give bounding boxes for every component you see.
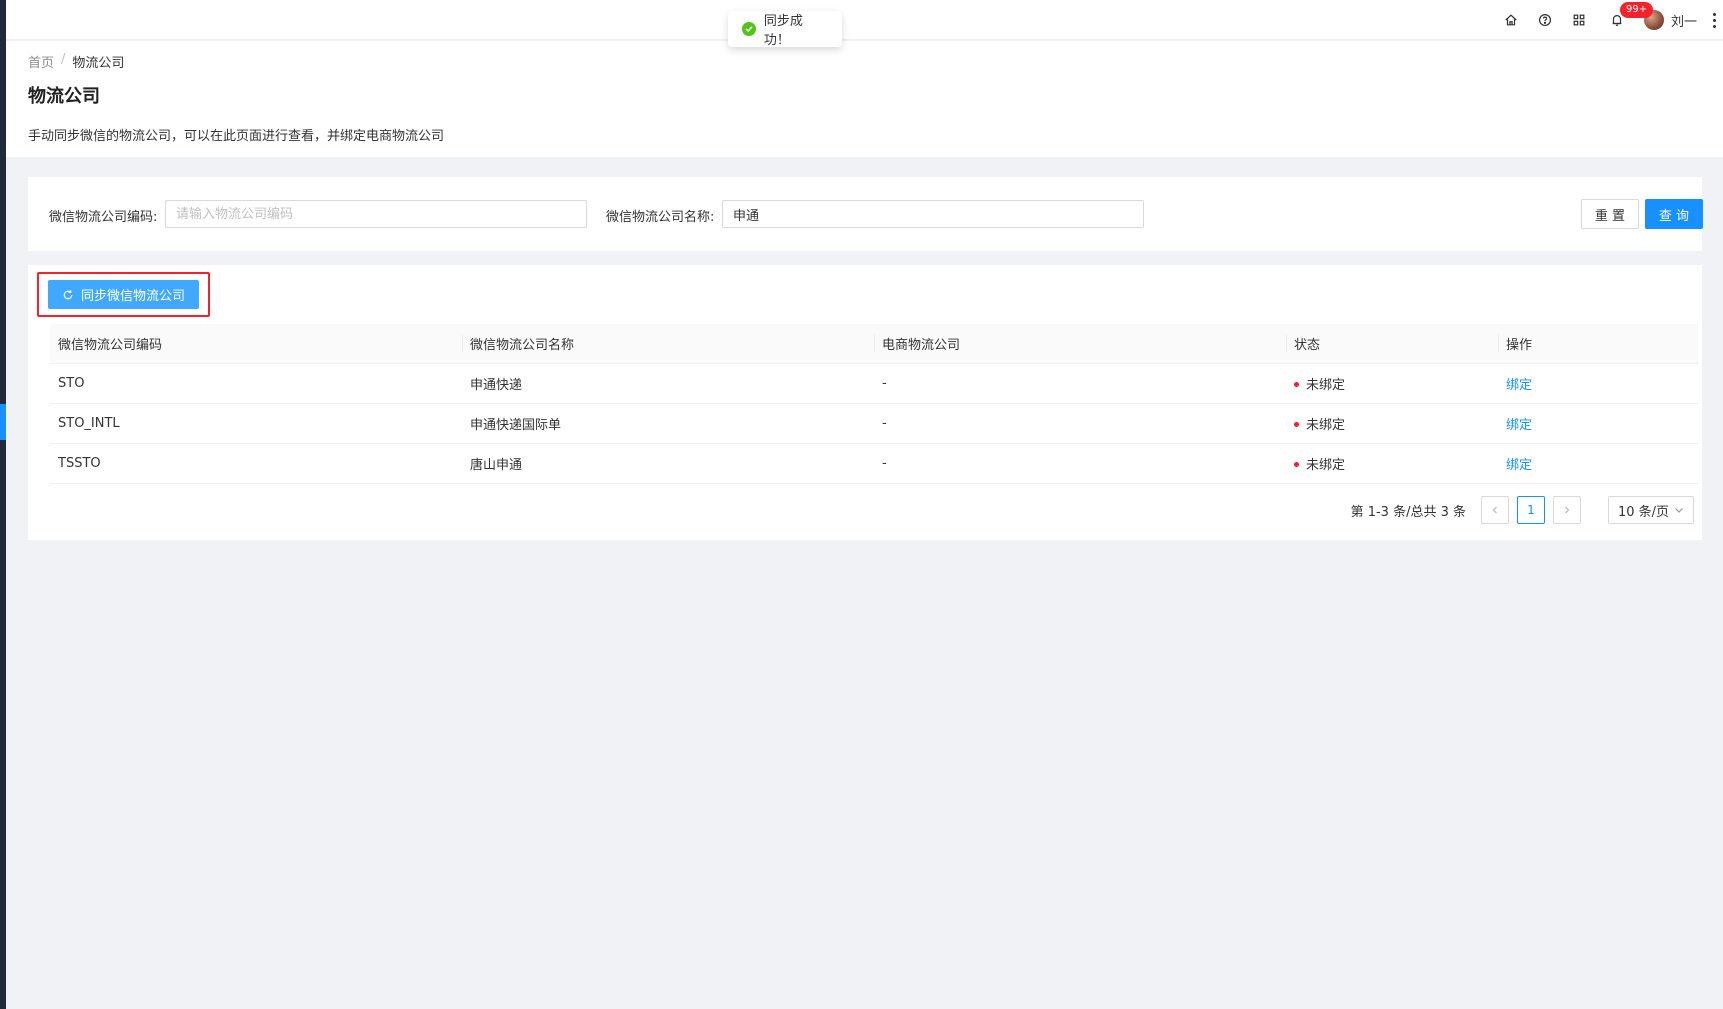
table-row: TSSTO 唐山申通 - 未绑定 绑定 xyxy=(50,443,1698,484)
column-header: 微信物流公司名称 xyxy=(462,324,874,364)
page-description: 手动同步微信的物流公司，可以在此页面进行查看，并绑定电商物流公司 xyxy=(28,129,445,144)
breadcrumb: 首页 / 物流公司 xyxy=(28,52,124,71)
logistics-table: 微信物流公司编码 微信物流公司名称 电商物流公司 状态 操作 STO 申通快递 … xyxy=(50,324,1698,484)
help-icon[interactable] xyxy=(1528,0,1562,40)
cell-ecom: - xyxy=(874,443,1286,484)
table-header-row: 微信物流公司编码 微信物流公司名称 电商物流公司 状态 操作 xyxy=(50,324,1698,364)
column-header: 电商物流公司 xyxy=(874,324,1286,364)
code-search-input[interactable] xyxy=(165,200,587,228)
home-icon[interactable] xyxy=(1494,0,1528,40)
bind-link[interactable]: 绑定 xyxy=(1506,378,1532,393)
status-dot xyxy=(1294,461,1299,467)
bind-link[interactable]: 绑定 xyxy=(1506,418,1532,433)
name-search-input[interactable] xyxy=(722,200,1144,228)
status-text: 未绑定 xyxy=(1306,417,1346,433)
cell-action: 绑定 xyxy=(1498,443,1698,484)
header-actions: 99+ 刘一 xyxy=(1494,0,1717,40)
cell-code: TSSTO xyxy=(50,443,462,484)
top-header: 99+ 刘一 xyxy=(6,0,1723,40)
cell-status: 未绑定 xyxy=(1286,403,1498,444)
cell-code: STO xyxy=(50,363,462,404)
reset-button[interactable]: 重 置 xyxy=(1581,199,1639,229)
bind-link[interactable]: 绑定 xyxy=(1506,458,1532,473)
column-header: 微信物流公司编码 xyxy=(50,324,462,364)
chevron-left-icon xyxy=(1492,506,1497,514)
pagination-total: 第 1-3 条/总共 3 条 xyxy=(1350,504,1466,520)
page-header: 首页 / 物流公司 物流公司 手动同步微信的物流公司，可以在此页面进行查看，并绑… xyxy=(6,41,1723,157)
table-row: STO_INTL 申通快递国际单 - 未绑定 绑定 xyxy=(50,403,1698,444)
status-dot xyxy=(1294,421,1299,427)
query-button[interactable]: 查 询 xyxy=(1645,199,1703,229)
cell-name: 申通快递国际单 xyxy=(462,403,874,444)
cell-code: STO_INTL xyxy=(50,403,462,444)
sync-icon xyxy=(63,289,73,299)
sync-button[interactable]: 同步微信物流公司 xyxy=(48,280,199,309)
search-form: 微信物流公司编码: 微信物流公司名称: 重 置 查 询 xyxy=(28,177,1703,251)
breadcrumb-home[interactable]: 首页 xyxy=(28,52,54,71)
cell-ecom: - xyxy=(874,403,1286,444)
page-number-button[interactable]: 1 xyxy=(1517,496,1545,524)
sync-button-label: 同步微信物流公司 xyxy=(80,289,185,304)
status-text: 未绑定 xyxy=(1306,377,1346,393)
notification-badge: 99+ xyxy=(1619,2,1654,18)
column-header: 状态 xyxy=(1286,324,1498,364)
cell-name: 申通快递 xyxy=(462,363,874,404)
code-field-label: 微信物流公司编码: xyxy=(49,210,158,225)
breadcrumb-separator: / xyxy=(61,52,66,67)
more-icon[interactable] xyxy=(1711,12,1717,28)
page-size-value: 10 条/页 xyxy=(1618,504,1670,520)
next-page-button[interactable] xyxy=(1553,496,1581,524)
breadcrumb-current: 物流公司 xyxy=(72,56,125,71)
toast-message: 同步成功！ xyxy=(728,11,842,48)
main-area: 99+ 刘一 首页 / 物流公司 物流公司 手动同步微信的物流公司，可以在此页面… xyxy=(6,0,1723,1009)
chevron-down-icon xyxy=(1675,508,1683,513)
pagination: 第 1-3 条/总共 3 条 1 10 条/页 xyxy=(1351,496,1694,524)
table-card: 同步微信物流公司 微信物流公司编码 微信物流公司名称 电商物流公司 状态 操作 … xyxy=(28,265,1702,540)
status-dot xyxy=(1294,381,1299,387)
page-title: 物流公司 xyxy=(28,86,100,107)
status-text: 未绑定 xyxy=(1306,457,1346,473)
cell-status: 未绑定 xyxy=(1286,443,1498,484)
check-circle-icon xyxy=(742,22,756,36)
apps-icon[interactable] xyxy=(1562,0,1596,40)
cell-status: 未绑定 xyxy=(1286,363,1498,404)
cell-ecom: - xyxy=(874,363,1286,404)
name-field-label: 微信物流公司名称: xyxy=(606,210,715,225)
cell-action: 绑定 xyxy=(1498,403,1698,444)
toast-text: 同步成功！ xyxy=(763,14,803,48)
prev-page-button[interactable] xyxy=(1481,496,1509,524)
cell-action: 绑定 xyxy=(1498,363,1698,404)
page-size-select[interactable]: 10 条/页 xyxy=(1608,496,1694,524)
username: 刘一 xyxy=(1670,14,1697,30)
bell-icon[interactable]: 99+ xyxy=(1600,0,1654,40)
table-row: STO 申通快递 - 未绑定 绑定 xyxy=(50,363,1698,404)
column-header: 操作 xyxy=(1498,324,1698,364)
chevron-right-icon xyxy=(1565,506,1570,514)
cell-name: 唐山申通 xyxy=(462,443,874,484)
